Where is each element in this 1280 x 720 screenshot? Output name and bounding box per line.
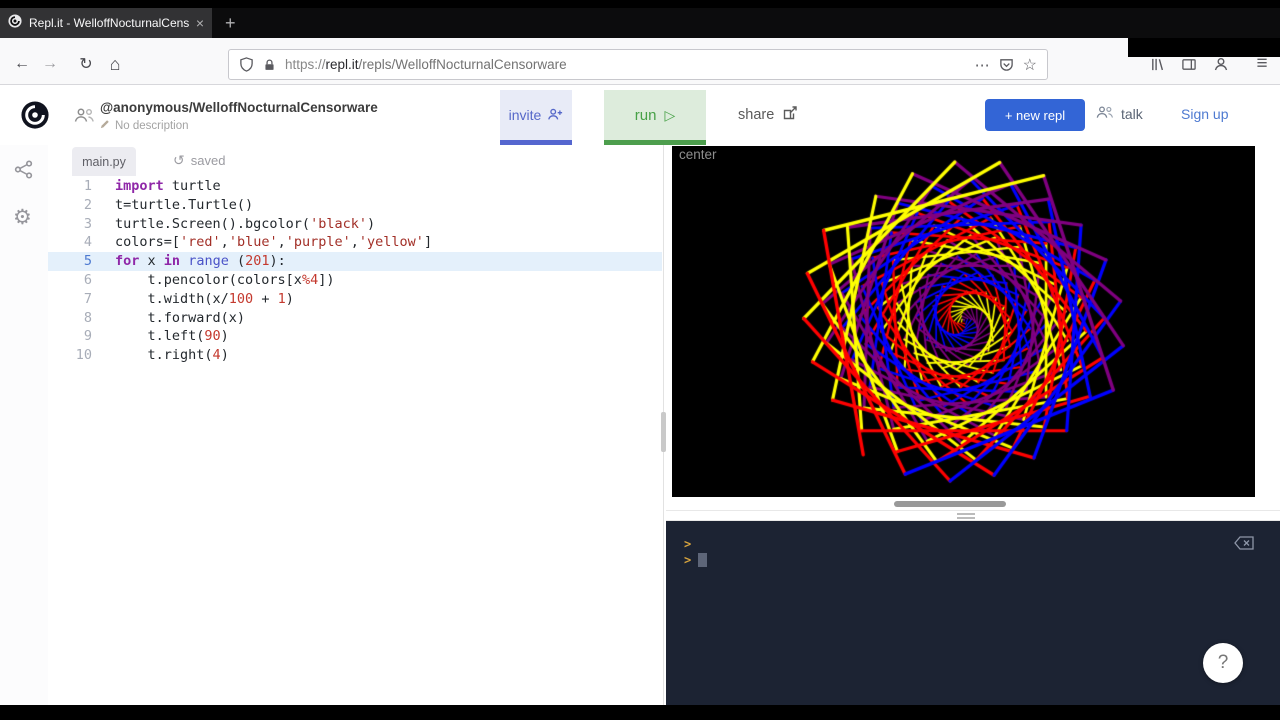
url-bar[interactable]: https://repl.it/repls/WelloffNocturnalCe…: [228, 49, 1048, 80]
forward-icon[interactable]: →: [36, 50, 64, 78]
run-button[interactable]: run ▷: [604, 90, 706, 140]
browser-tab-bar: Repl.it - WelloffNocturnalCensorware × +: [0, 8, 1280, 38]
replit-favicon-icon: [8, 14, 22, 33]
new-tab-button[interactable]: +: [212, 8, 249, 38]
clear-console-icon[interactable]: [1234, 536, 1254, 555]
code-line[interactable]: 1import turtle: [48, 177, 662, 196]
console[interactable]: >>: [666, 521, 1280, 705]
close-tab-icon[interactable]: ×: [196, 16, 204, 30]
person-plus-icon: [547, 107, 563, 124]
code-line[interactable]: 6 t.pencolor(colors[x%4]): [48, 271, 662, 290]
code-line[interactable]: 2t=turtle.Turtle(): [48, 196, 662, 215]
save-status: ↺ saved: [173, 152, 225, 169]
bookmark-star-icon[interactable]: ☆: [1023, 55, 1037, 75]
invite-active-indicator: [500, 140, 572, 145]
settings-gear-icon[interactable]: ⚙: [13, 205, 32, 230]
code-line[interactable]: 10 t.right(4): [48, 346, 662, 365]
pocket-icon[interactable]: [999, 57, 1014, 72]
console-cursor: [698, 553, 707, 567]
share-icon: [782, 105, 798, 125]
repl-description: No description: [100, 119, 189, 132]
screen: Repl.it - WelloffNocturnalCensorware × +…: [0, 0, 1280, 720]
horizontal-scrollbar[interactable]: [894, 501, 1006, 507]
letterbox-bottom: [0, 705, 1280, 720]
invite-button[interactable]: invite: [500, 90, 572, 140]
help-button[interactable]: ?: [1203, 643, 1243, 683]
browser-tab[interactable]: Repl.it - WelloffNocturnalCensorware ×: [0, 8, 212, 38]
video-artifact: [1128, 38, 1280, 57]
code-line[interactable]: 4colors=['red','blue','purple','yellow']: [48, 233, 662, 252]
replit-logo-icon[interactable]: [21, 101, 49, 129]
lock-icon[interactable]: [263, 58, 276, 72]
back-icon[interactable]: ←: [8, 50, 36, 78]
new-repl-button[interactable]: + new repl: [985, 99, 1085, 131]
page-actions-icon[interactable]: ⋯: [975, 56, 990, 74]
console-line: >: [684, 552, 1280, 568]
code-line[interactable]: 9 t.left(90): [48, 327, 662, 346]
talk-people-icon: [1096, 105, 1114, 122]
splitter-handle[interactable]: [957, 513, 975, 519]
repl-name[interactable]: @anonymous/WelloffNocturnalCensorware: [100, 100, 378, 115]
file-tab-mainpy[interactable]: main.py: [72, 147, 136, 176]
canvas-center-label: center: [679, 147, 717, 162]
share-nodes-icon[interactable]: [14, 160, 33, 184]
reload-icon[interactable]: ↻: [72, 50, 100, 78]
code-line[interactable]: 8 t.forward(x): [48, 309, 662, 328]
tab-title: Repl.it - WelloffNocturnalCensorware: [29, 16, 189, 30]
play-icon: ▷: [664, 107, 675, 124]
code-line[interactable]: 5for x in range (201):: [48, 252, 662, 271]
tracking-shield-icon[interactable]: [239, 57, 254, 72]
console-line: >: [684, 536, 1280, 552]
home-icon[interactable]: ⌂: [101, 50, 129, 78]
talk-button[interactable]: talk: [1096, 105, 1143, 122]
url-text: https://repl.it/repls/WelloffNocturnalCe…: [285, 57, 966, 72]
letterbox-top: [0, 0, 1280, 8]
code-line[interactable]: 7 t.width(x/100 + 1): [48, 290, 662, 309]
code-line[interactable]: 3turtle.Screen().bgcolor('black'): [48, 215, 662, 234]
turtle-canvas: [672, 146, 1255, 497]
collaborators-icon[interactable]: [74, 107, 95, 128]
sign-up-link[interactable]: Sign up: [1181, 106, 1228, 122]
code-editor[interactable]: 1import turtle2t=turtle.Turtle()3turtle.…: [48, 177, 662, 365]
edit-description-icon[interactable]: [100, 119, 110, 132]
share-button[interactable]: share: [738, 103, 798, 127]
history-icon[interactable]: ↺: [173, 152, 185, 169]
